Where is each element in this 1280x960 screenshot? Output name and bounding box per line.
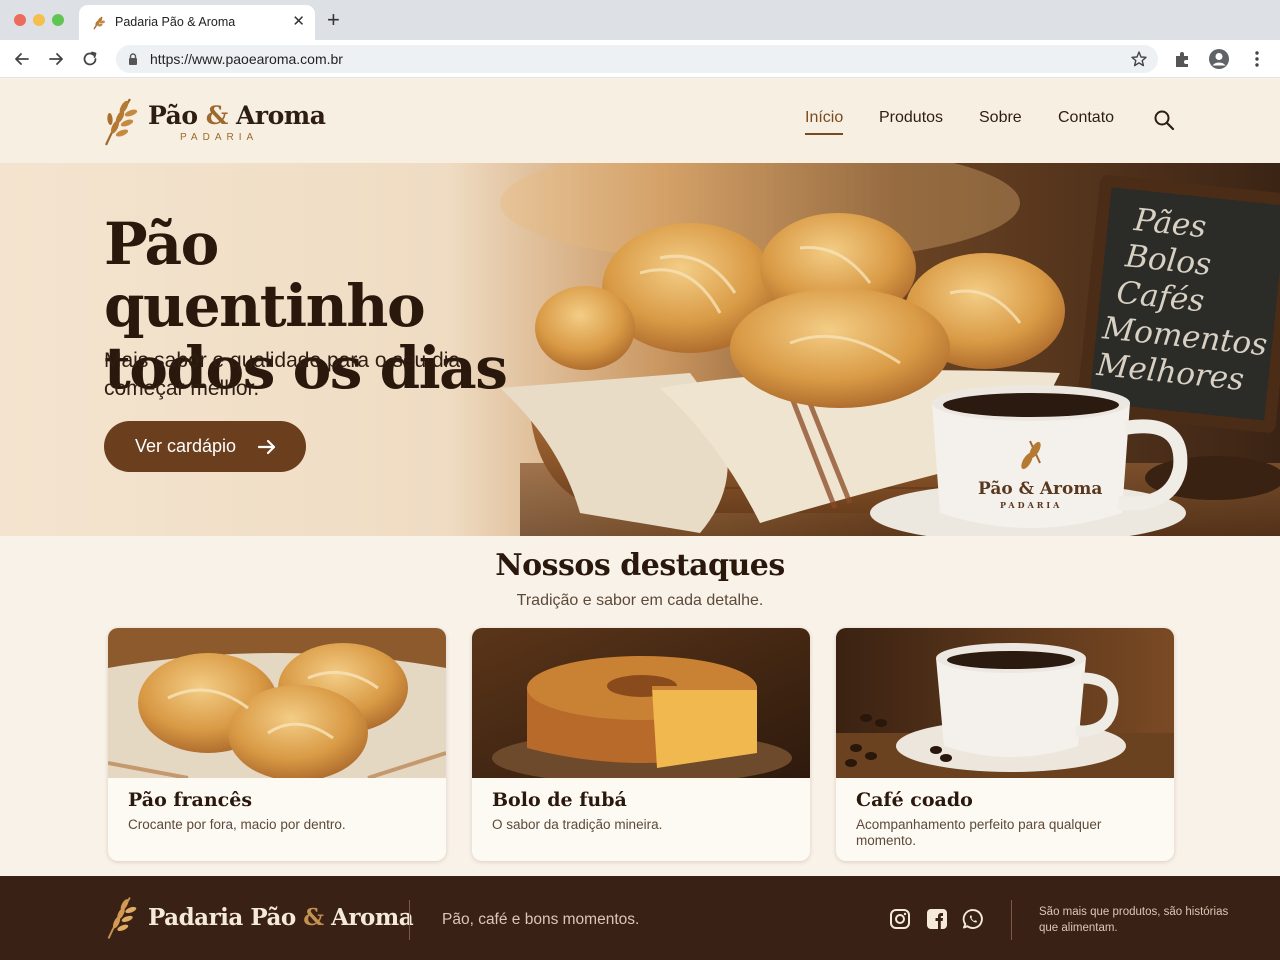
tab-title: Padaria Pão & Aroma	[115, 15, 236, 29]
product-card-cafe-coado[interactable]: Café coado Acompanhamento perfeito para …	[836, 628, 1174, 861]
highlights-subtitle: Tradição e sabor em cada detalhe.	[516, 592, 764, 609]
forward-arrow-icon[interactable]	[46, 49, 66, 69]
window-close-button[interactable]	[14, 14, 26, 26]
logo-word-pao: Pão	[148, 101, 198, 130]
search-icon[interactable]	[1153, 109, 1175, 131]
highlights-title: Nossos destaques	[495, 548, 785, 583]
footer-brand-suffix: Aroma	[331, 904, 414, 931]
coffee-cup-photo	[836, 628, 1174, 778]
tab-close-icon[interactable]: ✕	[292, 13, 305, 31]
bread-basket-photo	[108, 628, 446, 778]
nav-inicio[interactable]: Início	[805, 109, 844, 135]
card-title: Pão francês	[128, 789, 253, 811]
logo-subtitle: PADARIA	[180, 132, 259, 143]
wheat-favicon-icon	[93, 16, 106, 30]
card-description: O sabor da tradição mineira.	[492, 817, 663, 832]
hero-subtitle: Mais sabor e qualidade para o seu dia co…	[104, 349, 461, 400]
product-card-bolo-de-fuba[interactable]: Bolo de fubá O sabor da tradição mineira…	[472, 628, 810, 861]
corn-cake-photo	[472, 628, 810, 778]
site-footer: Padaria Pão & Aroma Pão, café e bons mom…	[0, 876, 1280, 960]
window-minimize-button[interactable]	[33, 14, 45, 26]
logo-ampersand: &	[205, 101, 229, 130]
hero-title-line1: Pão quentinho	[104, 210, 426, 340]
new-tab-button[interactable]: +	[327, 8, 340, 32]
instagram-icon[interactable]	[889, 908, 911, 930]
url-text: https://www.paoearoma.com.br	[150, 51, 343, 67]
menu-kebab-icon[interactable]	[1246, 48, 1268, 70]
arrow-right-icon	[257, 439, 276, 455]
profile-avatar-icon[interactable]	[1208, 48, 1230, 70]
footer-brand-ampersand: &	[303, 904, 324, 931]
view-menu-button[interactable]: Ver cardápio	[104, 421, 306, 472]
reload-icon[interactable]	[80, 49, 100, 69]
footer-divider	[409, 900, 410, 940]
footer-divider	[1011, 900, 1012, 940]
card-description: Acompanhamento perfeito para qualquer mo…	[856, 817, 1102, 848]
footer-tagline: Pão, café e bons momentos.	[442, 911, 640, 928]
mug-sub-text: PADARIA	[1000, 500, 1062, 510]
nav-sobre[interactable]: Sobre	[979, 109, 1022, 127]
footer-brand-prefix: Padaria Pão	[148, 904, 296, 931]
logo-wordmark: Pão & Aroma	[148, 101, 326, 130]
chalk-word-paes: Pães	[1131, 202, 1208, 245]
wheat-logo-icon	[104, 98, 138, 146]
site-logo[interactable]: Pão & Aroma PADARIA	[100, 95, 326, 149]
mug-brand-text: Pão & Aroma	[978, 479, 1102, 499]
card-description: Crocante por fora, macio por dentro.	[128, 817, 346, 832]
url-field[interactable]: https://www.paoearoma.com.br	[116, 45, 1158, 73]
logo-word-aroma: Aroma	[236, 101, 326, 130]
back-arrow-icon[interactable]	[12, 49, 32, 69]
window-zoom-button[interactable]	[52, 14, 64, 26]
facebook-icon[interactable]	[926, 908, 948, 930]
nav-produtos[interactable]: Produtos	[879, 109, 943, 127]
lock-icon	[129, 53, 137, 65]
hero-banner: Pães Bolos Cafés Momentos Melhores Pão &…	[0, 163, 1280, 536]
view-menu-label: Ver cardápio	[135, 436, 237, 456]
bookmark-star-icon[interactable]	[1130, 50, 1148, 68]
product-card-pao-frances[interactable]: Pão francês Crocante por fora, macio por…	[108, 628, 446, 861]
browser-tab[interactable]: Padaria Pão & Aroma ✕	[79, 5, 315, 40]
wheat-logo-icon	[107, 897, 137, 939]
browser-tab-bar: Padaria Pão & Aroma ✕ +	[0, 0, 1280, 40]
extensions-puzzle-icon[interactable]	[1171, 48, 1193, 70]
address-bar: https://www.paoearoma.com.br	[0, 40, 1280, 78]
footer-brand: Padaria Pão & Aroma	[148, 904, 414, 931]
nav-contato[interactable]: Contato	[1058, 109, 1114, 127]
card-title: Café coado	[856, 789, 973, 811]
site-header: Pão & Aroma PADARIA Início Produtos Sobr…	[0, 79, 1280, 163]
whatsapp-icon[interactable]	[962, 908, 984, 930]
footer-note: São mais que produtos, são histórias que…	[1039, 906, 1229, 934]
card-title: Bolo de fubá	[492, 789, 627, 811]
